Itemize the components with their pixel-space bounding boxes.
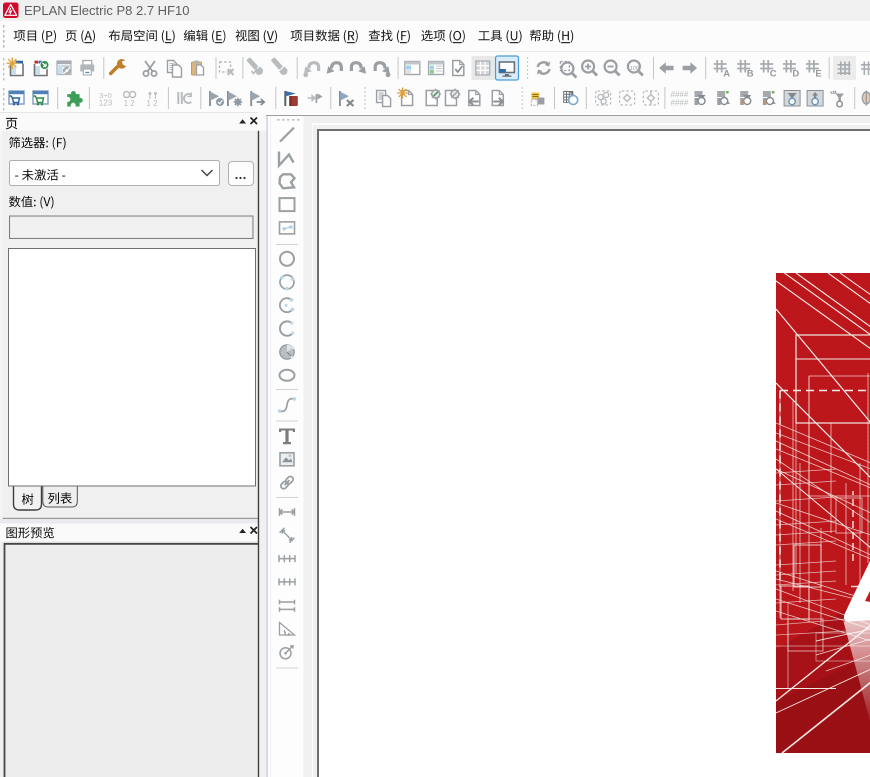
svg-text:D: D xyxy=(792,69,799,80)
svg-text:####: #### xyxy=(671,99,689,108)
svg-text:1 2: 1 2 xyxy=(124,99,136,108)
svg-text:C: C xyxy=(770,69,777,80)
svg-text:1 2: 1 2 xyxy=(146,99,158,108)
svg-text:A: A xyxy=(723,69,730,80)
svg-text:100: 100 xyxy=(630,66,639,72)
svg-text:123: 123 xyxy=(99,99,113,108)
svg-text:E: E xyxy=(815,69,821,80)
svg-text:B: B xyxy=(747,69,754,80)
